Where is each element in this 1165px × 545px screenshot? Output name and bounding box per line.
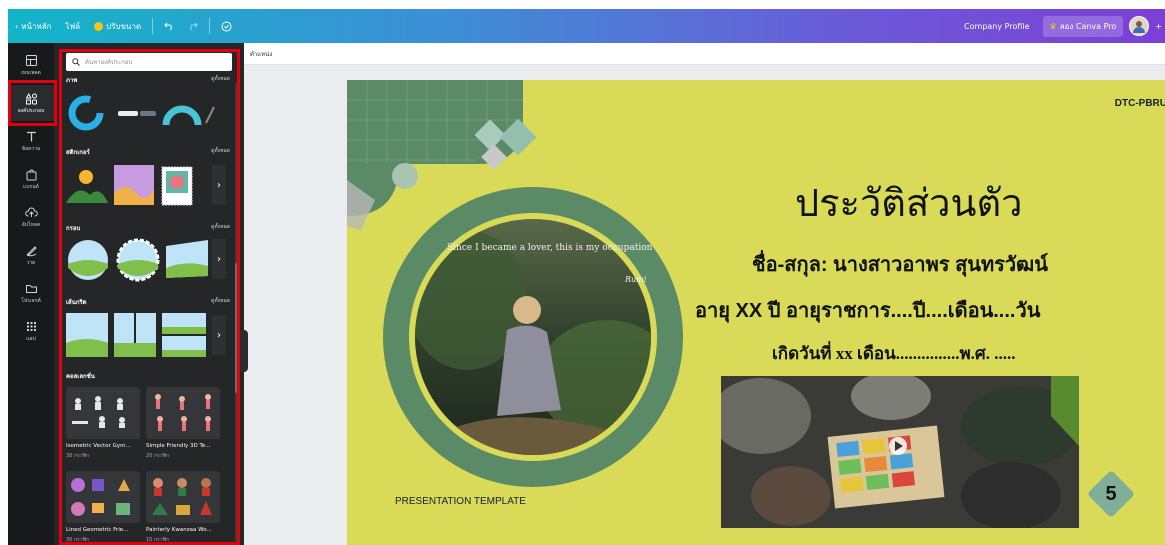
undo-icon (164, 22, 172, 31)
save-status-button[interactable] (214, 21, 239, 32)
template-icon (25, 54, 37, 66)
editor-toolbar: ตำแหน่ง (244, 43, 1165, 65)
presentation-label[interactable]: PRESENTATION TEMPLATE (395, 496, 526, 507)
rail-item-upload[interactable]: อัปโหลด (8, 199, 54, 235)
redo-icon (190, 22, 198, 31)
crown-icon: ♛ (1049, 21, 1057, 31)
undo-button[interactable] (157, 21, 181, 31)
age-text[interactable]: อายุ XX ปี อายุราชการ....ปี....เดือน....… (695, 294, 1040, 326)
birth-text[interactable]: เกิดวันที่ xx เดือน...............พ.ศ. .… (772, 340, 1015, 367)
folder-icon (25, 284, 37, 293)
rail-item-templates[interactable]: เทมเพลต (8, 47, 54, 83)
highlight-elements-tab (8, 80, 57, 126)
upload-icon (24, 207, 38, 217)
try-pro-button[interactable]: ♛ ลอง Canva Pro (1042, 15, 1124, 37)
rail-item-brand[interactable]: แบรนด์ (8, 161, 54, 197)
page-number: 5 (1105, 482, 1117, 505)
apps-icon (26, 321, 36, 331)
project-title[interactable]: Company Profile (957, 22, 1036, 31)
draw-icon (26, 245, 37, 256)
resize-label: ปรับขนาด (106, 21, 142, 31)
slide-canvas[interactable]: Since I became a lover, this is my occup… (347, 80, 1165, 545)
kids-photo[interactable] (721, 376, 1079, 528)
home-button[interactable]: ‹ หน้าหลัก (8, 20, 58, 33)
top-bar: ‹ หน้าหลัก ไฟล์ ปรับขนาด Company Profile… (8, 9, 1165, 43)
avatar[interactable] (1129, 16, 1150, 36)
file-label: ไฟล์ (65, 21, 81, 31)
photo-quote: Since I became a lover, this is my occup… (447, 243, 653, 253)
add-button[interactable]: + (1155, 22, 1165, 31)
highlight-elements-panel (59, 49, 240, 545)
rail-item-projects[interactable]: โปรเจกต์ (8, 275, 54, 311)
crown-icon (94, 21, 104, 31)
text-icon (26, 131, 36, 141)
kids-photo-graphic (721, 376, 1079, 528)
chevron-left-icon: ‹ (15, 21, 19, 31)
brand-label[interactable]: DTC-PBRU (1115, 98, 1165, 109)
user-icon (1133, 21, 1146, 33)
canva-editor: ‹ หน้าหลัก ไฟล์ ปรับขนาด Company Profile… (0, 0, 1165, 545)
resize-button[interactable]: ปรับขนาด (87, 20, 148, 33)
divider (152, 18, 154, 34)
name-text[interactable]: ชื่อ-สกุล: นางสาวอาพร สุนทรวัฒน์ (752, 248, 1048, 280)
rail-item-text[interactable]: ข้อความ (8, 123, 54, 159)
redo-button[interactable] (181, 21, 205, 31)
slide-title[interactable]: ประวัติส่วนตัว (795, 172, 1022, 233)
position-button[interactable]: ตำแหน่ง (250, 51, 272, 58)
rail-item-apps[interactable]: แอป (8, 313, 54, 349)
panel-collapse-handle[interactable] (240, 330, 248, 372)
rail-item-draw[interactable]: วาด (8, 237, 54, 273)
dot-shape (392, 163, 418, 189)
divider (209, 18, 211, 34)
cloud-check-icon (221, 21, 232, 31)
file-menu[interactable]: ไฟล์ (58, 20, 87, 33)
brand-icon (26, 169, 36, 180)
home-label: หน้าหลัก (21, 21, 52, 31)
photo-author: Rumi (624, 275, 647, 284)
